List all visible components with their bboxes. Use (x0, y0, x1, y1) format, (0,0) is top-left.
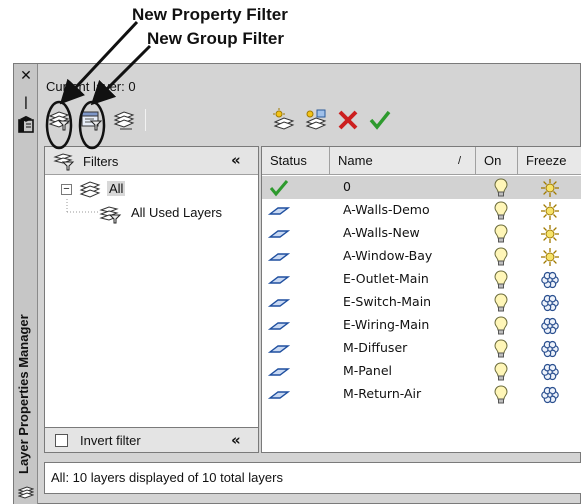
layer-row[interactable]: M-Return-Air (262, 383, 581, 406)
layer-name[interactable]: A-Window-Bay (343, 248, 432, 263)
new-group-filter-icon (81, 111, 103, 131)
layer-row[interactable]: A-Walls-New (262, 222, 581, 245)
layer-row[interactable]: E-Wiring-Main (262, 314, 581, 337)
layer-name[interactable]: E-Outlet-Main (343, 271, 429, 286)
layer-states-manager-icon (113, 111, 135, 130)
column-header-name-label: Name (338, 153, 373, 168)
collapse-filters-icon[interactable]: « (231, 151, 241, 169)
snowflake-frozen-icon[interactable] (540, 385, 560, 405)
layer-status-icon[interactable] (267, 225, 291, 243)
lightbulb-on-icon[interactable] (494, 224, 508, 244)
new-vp-frozen-layer-button[interactable] (303, 107, 329, 133)
sun-thawed-icon[interactable] (540, 201, 560, 221)
lightbulb-on-icon[interactable] (494, 385, 508, 405)
layer-name[interactable]: A-Walls-New (343, 225, 420, 240)
filters-title: Filters (83, 154, 119, 169)
layer-row[interactable]: M-Panel (262, 360, 581, 383)
tree-node-all-used-label: All Used Layers (131, 205, 223, 220)
callout-new-property-filter: New Property Filter (132, 5, 288, 24)
lightbulb-on-icon[interactable] (494, 178, 508, 198)
snowflake-frozen-icon[interactable] (540, 293, 560, 313)
snowflake-frozen-icon[interactable] (540, 362, 560, 382)
layer-status-icon[interactable] (267, 248, 291, 266)
status-bar: All: 10 layers displayed of 10 total lay… (44, 462, 581, 494)
lightbulb-on-icon[interactable] (494, 339, 508, 359)
filters-header: Filters « (45, 147, 258, 175)
toolbar-separator (145, 109, 146, 131)
layer-list: Status Name / On Freeze 0 A-Walls-Demo A-W… (261, 146, 581, 453)
layer-status-icon[interactable] (267, 202, 291, 220)
close-icon[interactable]: ✕ (18, 68, 34, 84)
layer-name[interactable]: M-Diffuser (343, 340, 407, 355)
layer-states-manager-button[interactable] (111, 107, 137, 133)
autohide-icon[interactable]: |◂▸ (18, 94, 34, 125)
new-layer-icon (273, 108, 295, 130)
lightbulb-on-icon[interactable] (494, 293, 508, 313)
delete-layer-icon (338, 110, 358, 130)
sun-thawed-icon[interactable] (540, 224, 560, 244)
lightbulb-on-icon[interactable] (494, 362, 508, 382)
snowflake-frozen-icon[interactable] (540, 339, 560, 359)
lightbulb-on-icon[interactable] (494, 270, 508, 290)
layer-row[interactable]: M-Diffuser (262, 337, 581, 360)
tree-connector (66, 199, 100, 213)
set-current-button[interactable] (367, 107, 393, 133)
set-current-icon (369, 110, 391, 130)
tree-node-all-label: All (107, 181, 126, 196)
layer-row[interactable]: E-Outlet-Main (262, 268, 581, 291)
lightbulb-on-icon[interactable] (494, 201, 508, 221)
properties-menu-icon[interactable] (18, 119, 34, 135)
layer-status-icon[interactable] (267, 294, 291, 312)
new-vp-frozen-layer-icon (305, 109, 327, 130)
column-header-status[interactable]: Status (262, 147, 330, 175)
layer-status-icon[interactable] (267, 386, 291, 404)
new-property-filter-icon (48, 111, 71, 131)
new-group-filter-button[interactable] (79, 107, 105, 133)
layer-properties-manager-palette: ✕ |◂▸ Layer Properties Manager Current l… (13, 63, 581, 504)
status-text: All: 10 layers displayed of 10 total lay… (51, 470, 283, 485)
layer-name[interactable]: M-Panel (343, 363, 392, 378)
layer-stack-icon (17, 486, 35, 502)
new-layer-button[interactable] (271, 107, 297, 133)
callout-new-group-filter: New Group Filter (147, 29, 284, 48)
invert-filter-checkbox[interactable] (55, 434, 68, 447)
layer-status-icon[interactable] (267, 340, 291, 358)
palette-titlebar[interactable]: ✕ |◂▸ Layer Properties Manager (14, 64, 38, 504)
filters-pane: Filters « − All All Used Layers (44, 146, 259, 453)
layer-name[interactable]: 0 (343, 179, 351, 194)
layer-name[interactable]: E-Switch-Main (343, 294, 431, 309)
property-filter-icon (99, 206, 122, 224)
invert-filter-label: Invert filter (80, 433, 141, 448)
layer-name[interactable]: E-Wiring-Main (343, 317, 429, 332)
snowflake-frozen-icon[interactable] (540, 270, 560, 290)
layer-name[interactable]: A-Walls-Demo (343, 202, 430, 217)
filters-footer: Invert filter « (44, 427, 259, 453)
layer-row[interactable]: 0 (262, 176, 581, 199)
sun-thawed-icon[interactable] (540, 178, 560, 198)
column-header-freeze[interactable]: Freeze (518, 147, 581, 175)
layer-status-icon[interactable] (267, 317, 291, 335)
current-layer-label: Current layer: 0 (46, 79, 136, 94)
layer-status-icon[interactable] (267, 363, 291, 381)
lightbulb-on-icon[interactable] (494, 316, 508, 336)
filter-tree-icon (53, 153, 75, 171)
layer-status-icon[interactable] (267, 271, 291, 289)
lightbulb-on-icon[interactable] (494, 247, 508, 267)
current-layer-check-icon[interactable] (268, 179, 290, 197)
layer-name[interactable]: M-Return-Air (343, 386, 421, 401)
collapse-node-icon[interactable]: − (61, 184, 72, 195)
column-header-name[interactable]: Name / (330, 147, 476, 175)
collapse-filters-footer-icon[interactable]: « (231, 431, 241, 449)
new-property-filter-button[interactable] (47, 107, 73, 133)
snowflake-frozen-icon[interactable] (540, 316, 560, 336)
all-layers-icon (79, 181, 101, 198)
sun-thawed-icon[interactable] (540, 247, 560, 267)
layer-row[interactable]: A-Walls-Demo (262, 199, 581, 222)
layer-row[interactable]: E-Switch-Main (262, 291, 581, 314)
delete-layer-button[interactable] (335, 107, 361, 133)
column-header-on[interactable]: On (476, 147, 518, 175)
layer-row[interactable]: A-Window-Bay (262, 245, 581, 268)
sort-indicator-icon: / (458, 155, 462, 167)
